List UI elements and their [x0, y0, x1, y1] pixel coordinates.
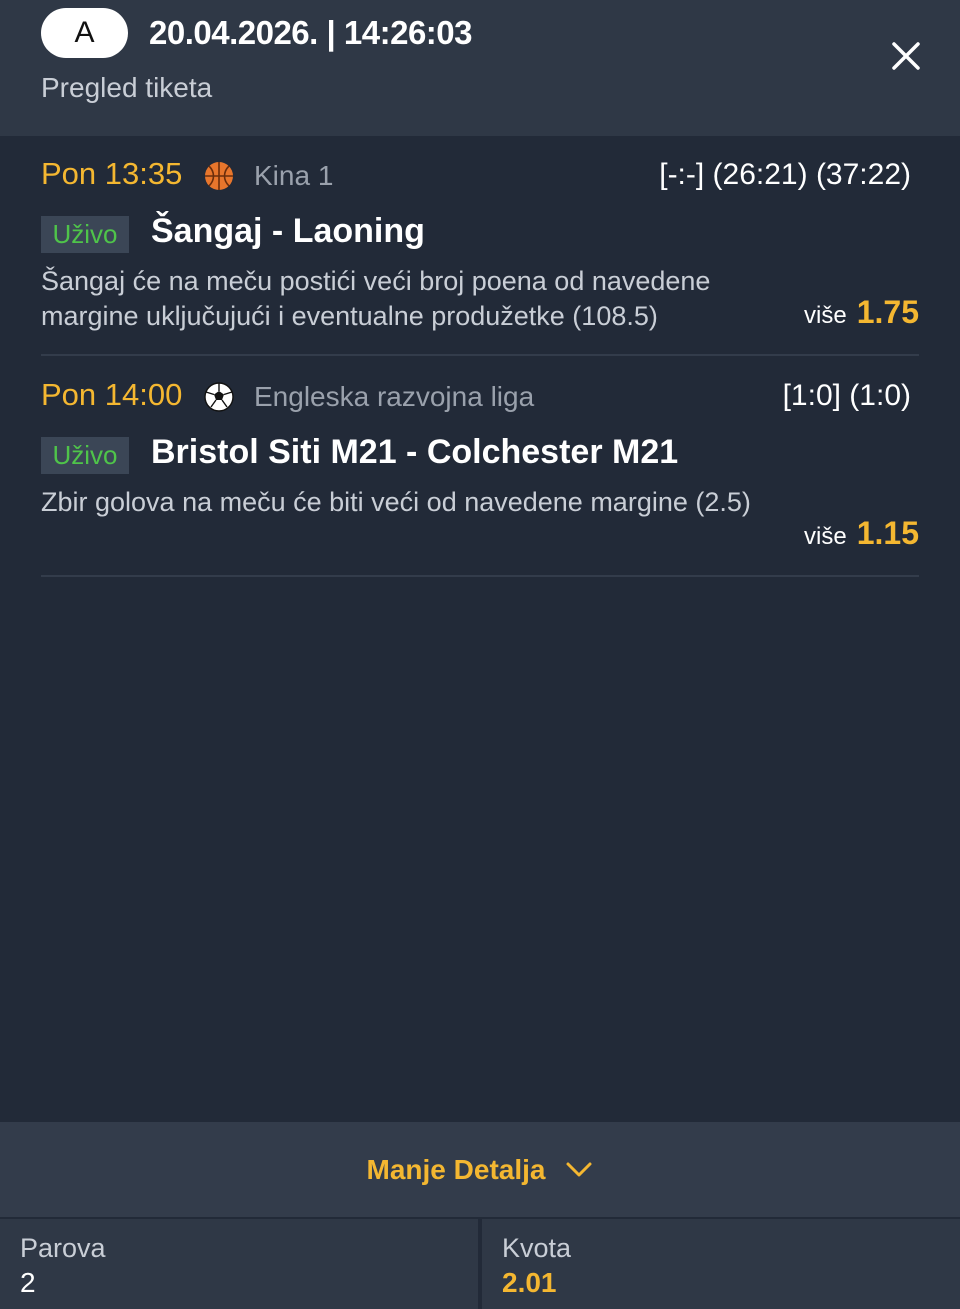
basketball-icon	[205, 162, 233, 190]
pairs-label: Parova	[20, 1233, 106, 1263]
ticket-summary: Parova 2 Kvota 2.01	[0, 1219, 960, 1309]
live-badge: Uživo	[41, 437, 129, 474]
close-button[interactable]	[886, 36, 926, 76]
live-score: [1:0] (1:0)	[782, 379, 911, 412]
bet-item[interactable]: Pon 14:00 Engleska razvojna liga [1:0] (…	[41, 357, 919, 577]
league-name: Kina 1	[254, 160, 334, 191]
match-title: Bristol Siti M21 - Colchester M21	[151, 433, 679, 471]
ticket-header: A 20.04.2026. | 14:26:03 Pregled tiketa	[0, 0, 960, 136]
total-odds-value: 2.01	[502, 1267, 557, 1298]
odds-summary: Kvota 2.01	[482, 1219, 960, 1309]
event-time: Pon 14:00	[41, 377, 183, 412]
odd-value: 1.75	[856, 294, 919, 330]
match-title: Šangaj - Laoning	[151, 212, 425, 250]
event-time: Pon 13:35	[41, 156, 183, 191]
page-title: Pregled tiketa	[41, 72, 213, 103]
odd-label: više	[804, 302, 847, 329]
bet-description: Šangaj će na meču postići veći broj poen…	[41, 266, 711, 331]
live-badge: Uživo	[41, 216, 129, 253]
less-details-label: Manje Detalja	[366, 1153, 546, 1185]
bet-item[interactable]: Pon 13:35 Kina 1 [-:-] (26:21) (37:22) U…	[41, 136, 919, 356]
pairs-summary: Parova 2	[0, 1219, 478, 1309]
bet-meta-row: Pon 13:35 Kina 1 [-:-] (26:21) (37:22)	[41, 156, 911, 196]
less-details-button[interactable]: Manje Detalja	[0, 1122, 960, 1217]
bet-odd: više 1.75	[804, 294, 919, 331]
bet-description: Zbir golova na meču će biti veći od nave…	[41, 487, 751, 517]
league-name: Engleska razvojna liga	[254, 381, 535, 412]
live-score: [-:-] (26:21) (37:22)	[659, 158, 911, 191]
ticket-type-badge: A	[41, 8, 128, 58]
bet-meta-row: Pon 14:00 Engleska razvojna liga [1:0] (…	[41, 377, 911, 417]
total-odds-label: Kvota	[502, 1233, 572, 1263]
odd-label: više	[804, 523, 847, 550]
ticket-datetime: 20.04.2026. | 14:26:03	[149, 14, 473, 51]
close-icon	[892, 42, 920, 70]
odd-value: 1.15	[856, 515, 919, 551]
pairs-value: 2	[20, 1267, 36, 1298]
chevron-down-icon	[566, 1162, 592, 1176]
bet-odd: više 1.15	[804, 515, 919, 552]
soccer-ball-icon	[204, 382, 234, 412]
